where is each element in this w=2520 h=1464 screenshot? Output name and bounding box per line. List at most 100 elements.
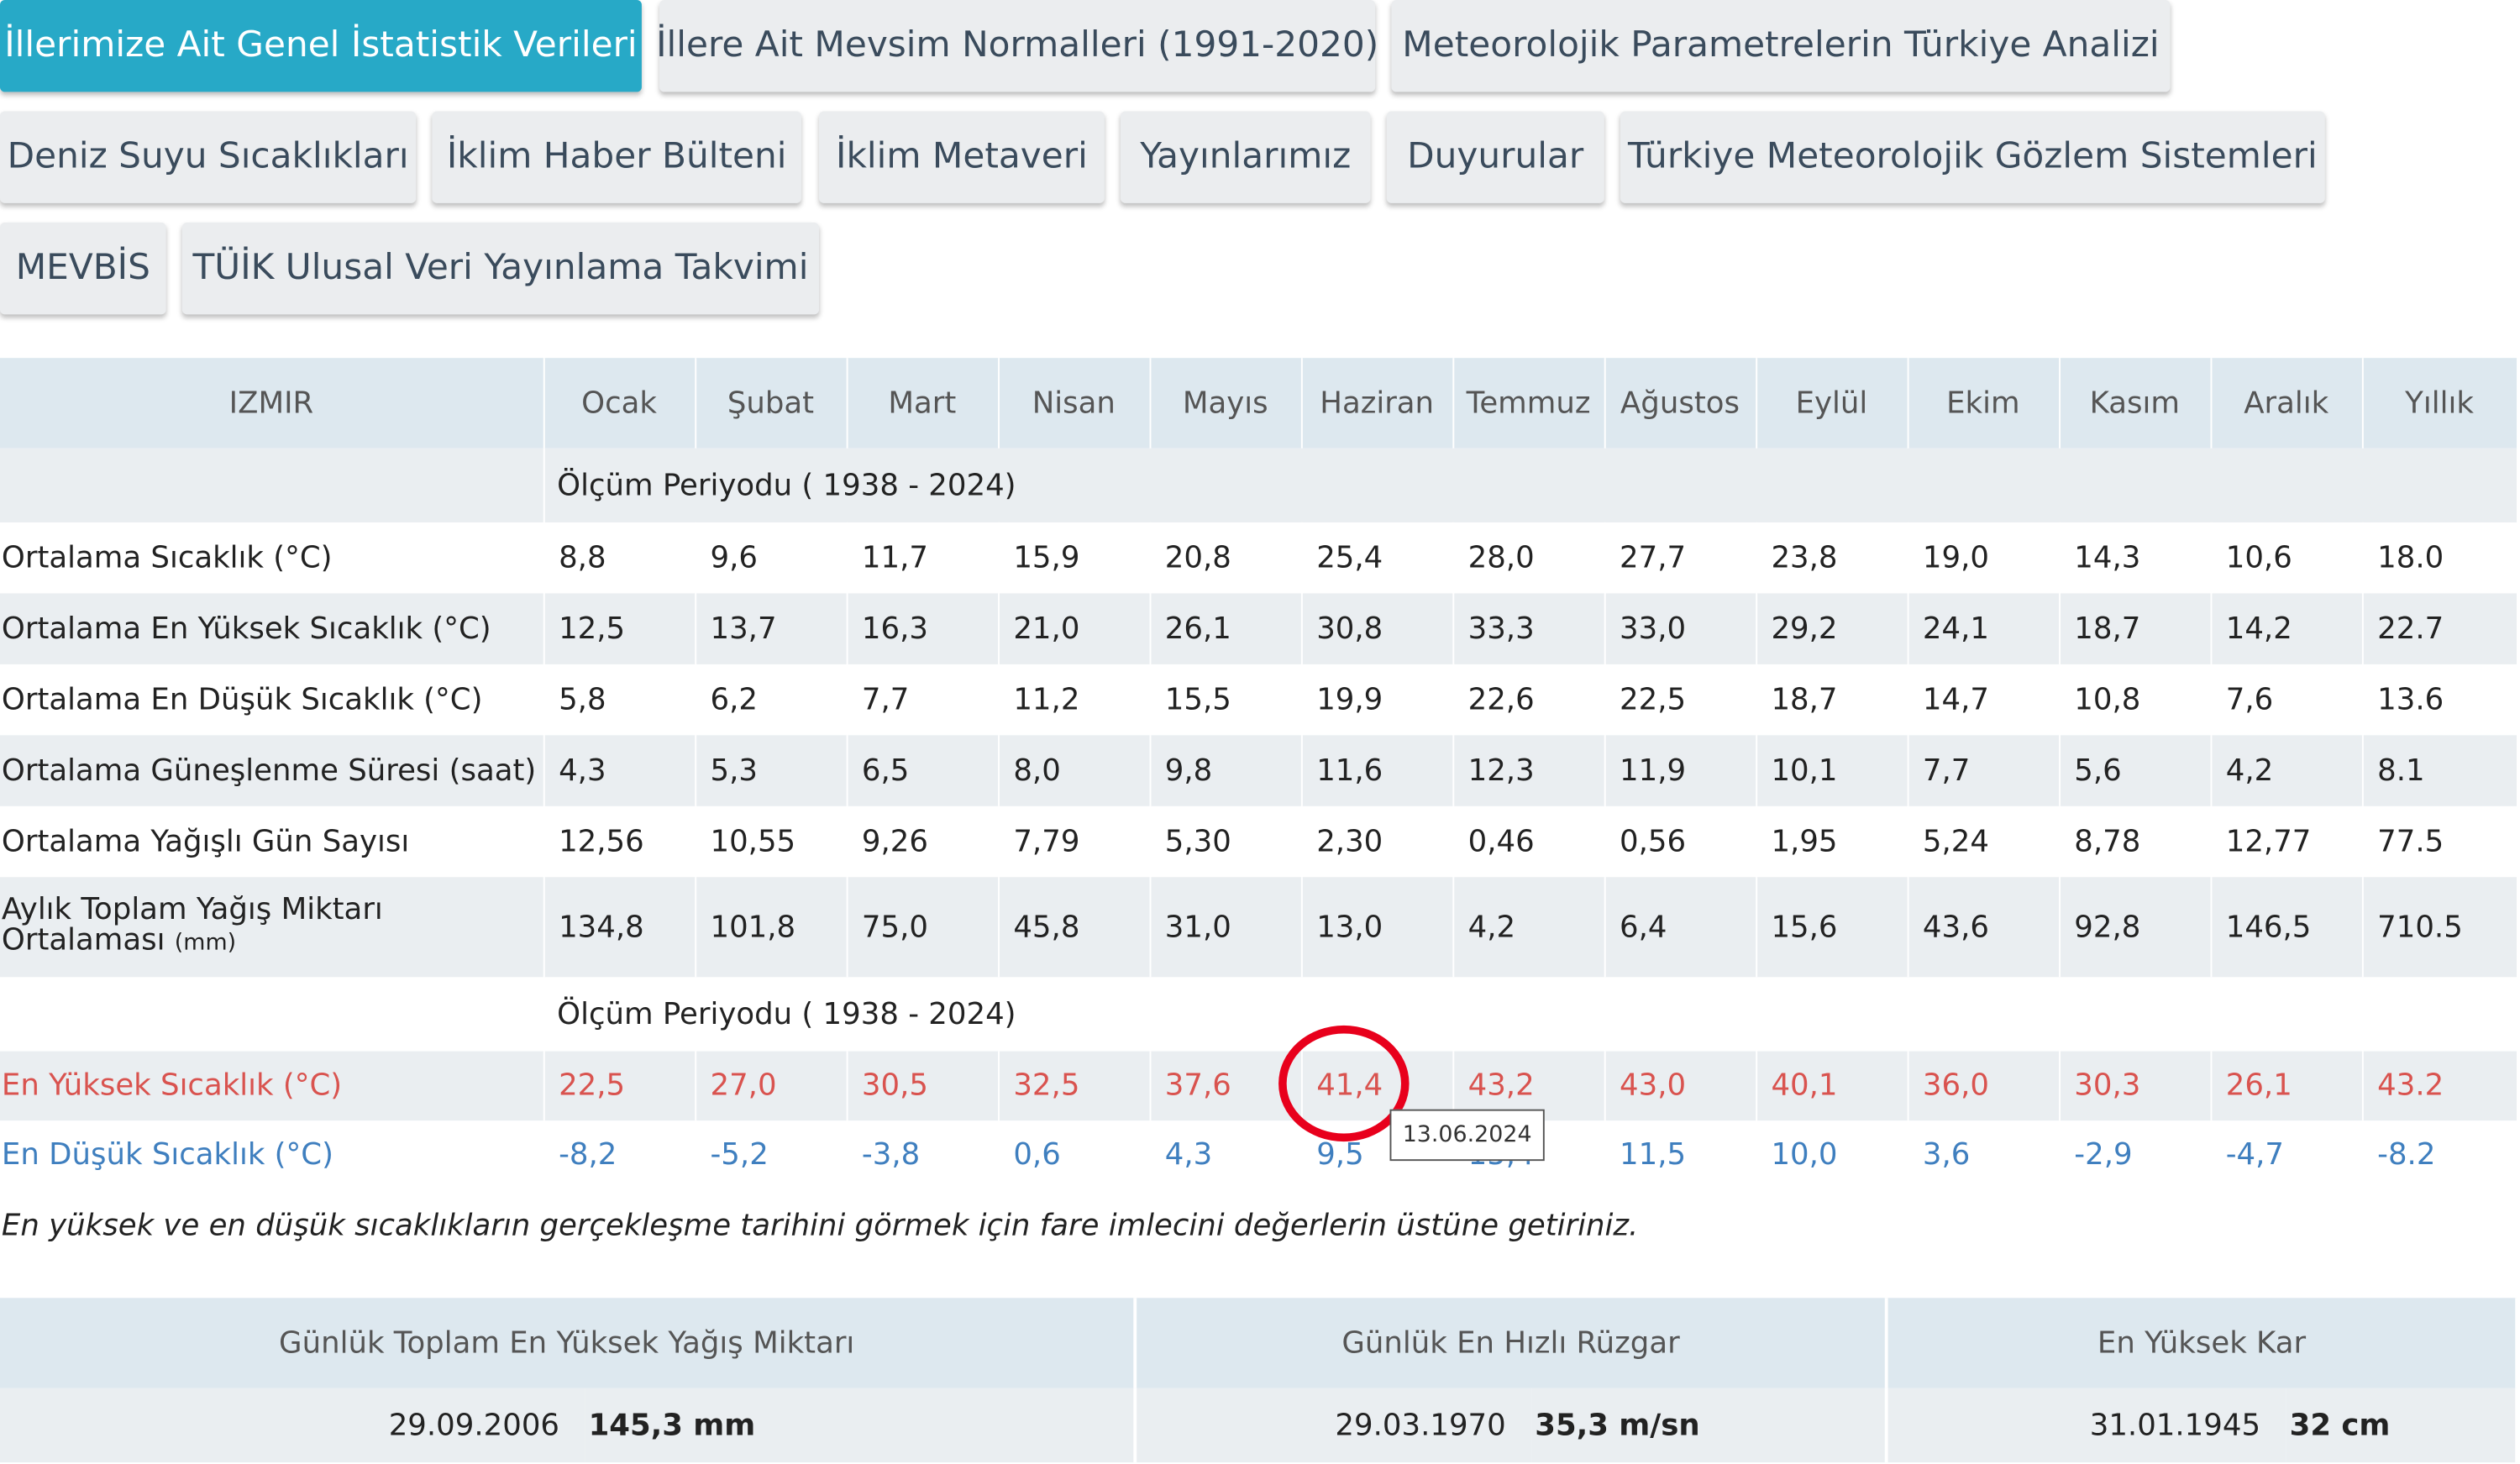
records-value-row: 29.09.2006 145,3 mm 29.03.1970 35,3 m/sn… — [0, 1388, 2519, 1463]
table-cell: 7,7 — [846, 664, 1000, 736]
tab-iklim-metaveri[interactable]: İklim Metaveri — [819, 111, 1105, 203]
extreme-low-row: En Düşük Sıcaklık (°C) -8,2 -5,2 -3,8 0,… — [0, 1120, 2518, 1190]
table-cell: 12,5 — [543, 593, 696, 664]
table-cell: 31,0 — [1149, 877, 1302, 978]
tab-mevsim-normalleri[interactable]: İllere Ait Mevsim Normalleri (1991-2020) — [656, 0, 1378, 92]
tab-gozlem-sistemleri[interactable]: Türkiye Meteorolojik Gözlem Sistemleri — [1620, 111, 2325, 203]
table-cell: 19,9 — [1300, 664, 1454, 736]
month-header: Ocak — [543, 358, 696, 449]
tab-turkiye-analizi[interactable]: Meteorolojik Parametrelerin Türkiye Anal… — [1391, 0, 2171, 92]
table-cell: 10,55 — [695, 805, 848, 878]
extreme-low-value[interactable]: 4,3 — [1149, 1120, 1302, 1190]
table-cell: 6,5 — [846, 735, 1000, 806]
table-cell: 14,3 — [2059, 522, 2212, 594]
extreme-high-value[interactable]: 32,5 — [998, 1051, 1151, 1121]
table-cell: 9,6 — [695, 522, 848, 594]
table-cell: 0,56 — [1604, 805, 1757, 878]
month-header: Şubat — [695, 358, 848, 449]
row-label: Ortalama En Yüksek Sıcaklık (°C) — [0, 593, 544, 664]
table-row: Ortalama Sıcaklık (°C) 8,8 9,6 11,7 15,9… — [0, 522, 2518, 594]
month-header: Eylül — [1756, 358, 1908, 449]
table-cell: 10,1 — [1756, 735, 1908, 806]
table-cell: 22,6 — [1452, 664, 1605, 736]
table-cell: 9,26 — [846, 805, 1000, 878]
city-header: IZMIR — [0, 358, 544, 449]
row-label: Ortalama Yağışlı Gün Sayısı — [0, 805, 544, 878]
table-cell: 9,8 — [1149, 735, 1302, 806]
table-cell: 14,2 — [2210, 593, 2363, 664]
month-header: Mayıs — [1149, 358, 1302, 449]
row-label-line2: Ortalaması — [1, 923, 165, 958]
tab-deniz-suyu[interactable]: Deniz Suyu Sıcaklıkları — [0, 111, 417, 203]
extreme-low-value[interactable]: -2,9 — [2059, 1120, 2212, 1190]
month-header: Ekim — [1907, 358, 2061, 449]
table-cell: 710.5 — [2361, 877, 2518, 978]
tab-iklim-haber[interactable]: İklim Haber Bülteni — [432, 111, 801, 203]
extreme-high-value[interactable]: 27,0 — [695, 1051, 848, 1121]
table-cell: 92,8 — [2059, 877, 2212, 978]
date-tooltip: 13.06.2024 — [1389, 1109, 1545, 1162]
extreme-high-value[interactable]: 43.2 — [2361, 1051, 2518, 1121]
table-cell: 1,95 — [1756, 805, 1908, 878]
extreme-low-value[interactable]: 3,6 — [1907, 1120, 2061, 1190]
table-cell: 7,6 — [2210, 664, 2363, 736]
table-cell: 15,9 — [998, 522, 1151, 594]
table-cell: 11,6 — [1300, 735, 1454, 806]
extreme-high-value[interactable]: 22,5 — [543, 1051, 696, 1121]
record-title: Günlük En Hızlı Rüzgar — [1135, 1298, 1888, 1388]
period-row: Ölçüm Periyodu ( 1938 - 2024) — [0, 977, 2518, 1052]
table-cell: 33,3 — [1452, 593, 1605, 664]
record-date: 31.01.1945 — [1886, 1388, 2286, 1463]
month-header: Aralık — [2210, 358, 2363, 449]
table-cell: 11,7 — [846, 522, 1000, 594]
month-header: Mart — [846, 358, 1000, 449]
table-cell: 4,3 — [543, 735, 696, 806]
extreme-high-value[interactable]: 43,0 — [1604, 1051, 1757, 1121]
table-cell: 20,8 — [1149, 522, 1302, 594]
table-cell: 12,3 — [1452, 735, 1605, 806]
table-cell: 23,8 — [1756, 522, 1908, 594]
row-label: Aylık Toplam Yağış Miktarı Ortalaması (m… — [0, 877, 544, 978]
record-value: 35,3 m/sn — [1531, 1388, 1888, 1463]
extreme-low-value[interactable]: -8,2 — [543, 1120, 696, 1190]
table-cell: 7,79 — [998, 805, 1151, 878]
tab-mevbis[interactable]: MEVBİS — [0, 222, 166, 315]
table-cell: 45,8 — [998, 877, 1151, 978]
measurement-period: Ölçüm Periyodu ( 1938 - 2024) — [543, 448, 2518, 522]
extreme-high-value[interactable]: 26,1 — [2210, 1051, 2363, 1121]
table-cell: 0,46 — [1452, 805, 1605, 878]
extreme-low-value[interactable]: -4,7 — [2210, 1120, 2363, 1190]
table-cell: 8,78 — [2059, 805, 2212, 878]
table-cell: 18.0 — [2361, 522, 2518, 594]
extreme-low-value[interactable]: 10,0 — [1756, 1120, 1908, 1190]
table-cell: 134,8 — [543, 877, 696, 978]
table-cell: 18,7 — [1756, 664, 1908, 736]
extreme-high-value[interactable]: 36,0 — [1907, 1051, 2061, 1121]
extreme-low-value[interactable]: 11,5 — [1604, 1120, 1757, 1190]
tab-tuik-takvim[interactable]: TÜİK Ulusal Veri Yayınlama Takvimi — [181, 222, 820, 315]
row-label: Ortalama Sıcaklık (°C) — [0, 522, 544, 594]
extreme-high-value[interactable]: 30,3 — [2059, 1051, 2212, 1121]
extreme-high-value[interactable]: 40,1 — [1756, 1051, 1908, 1121]
row-label-line1: Aylık Toplam Yağış Miktarı — [1, 893, 383, 927]
table-cell: 33,0 — [1604, 593, 1757, 664]
table-cell: 6,4 — [1604, 877, 1757, 978]
tab-yayinlarimiz[interactable]: Yayınlarımız — [1120, 111, 1371, 203]
table-cell: 10,8 — [2059, 664, 2212, 736]
tab-genel-istatistik[interactable]: İllerimize Ait Genel İstatistik Verileri — [0, 0, 642, 92]
tab-duyurular[interactable]: Duyurular — [1386, 111, 1604, 203]
extreme-low-value[interactable]: -3,8 — [846, 1120, 1000, 1190]
table-cell: 13,0 — [1300, 877, 1454, 978]
extreme-low-value[interactable]: -8.2 — [2361, 1120, 2518, 1190]
extreme-low-value[interactable]: 0,6 — [998, 1120, 1151, 1190]
row-label: Ortalama Güneşlenme Süresi (saat) — [0, 735, 544, 806]
table-cell: 28,0 — [1452, 522, 1605, 594]
extreme-high-value[interactable]: 30,5 — [846, 1051, 1000, 1121]
extreme-low-value[interactable]: -5,2 — [695, 1120, 848, 1190]
month-header: Temmuz — [1452, 358, 1605, 449]
record-date: 29.03.1970 — [1135, 1388, 1532, 1463]
table-cell: 75,0 — [846, 877, 1000, 978]
table-header-row: IZMIR Ocak Şubat Mart Nisan Mayıs Hazira… — [0, 358, 2518, 449]
tab-bar: İllerimize Ait Genel İstatistik Verileri… — [0, 0, 2520, 323]
table-cell: 10,6 — [2210, 522, 2363, 594]
